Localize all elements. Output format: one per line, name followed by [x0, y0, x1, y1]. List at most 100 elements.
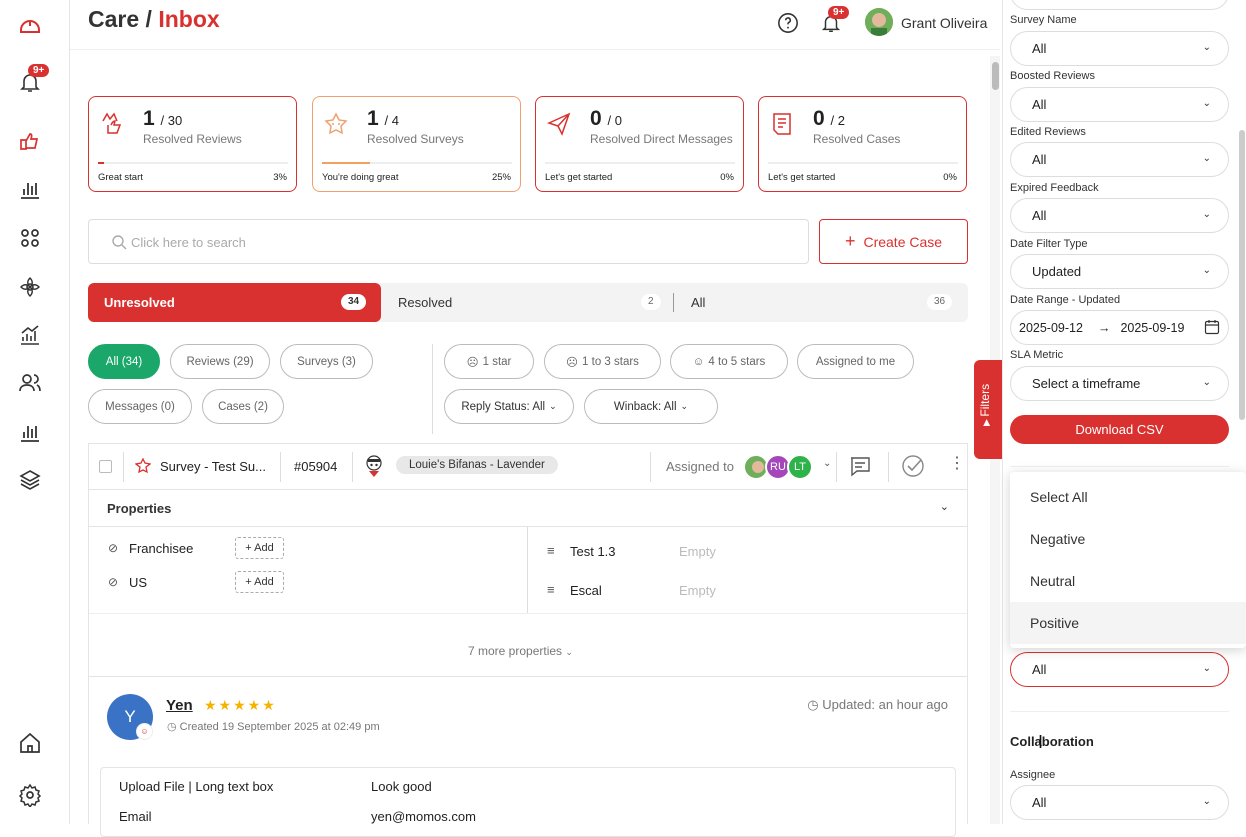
tab-all[interactable]: All — [691, 283, 705, 322]
care-icon[interactable] — [17, 128, 43, 154]
date-end[interactable]: 2025-09-19 — [1120, 321, 1184, 335]
property-name: Escal — [570, 583, 602, 598]
winback-dropdown[interactable]: Winback: All ⌄ — [584, 389, 718, 424]
more-options-icon[interactable]: ⋮ — [949, 455, 965, 473]
card-resolved-messages[interactable]: 0 / 0 Resolved Direct Messages Let's get… — [535, 96, 744, 192]
card-footer: You're doing great — [322, 172, 399, 183]
sla-metric-select[interactable]: Select a timeframe ⌄ — [1010, 366, 1229, 401]
home-icon[interactable] — [17, 730, 43, 756]
property-value[interactable]: Empty — [679, 583, 716, 598]
boosted-reviews-select[interactable]: All ⌄ — [1010, 87, 1229, 122]
tab-label: Resolved — [398, 295, 453, 310]
comment-icon[interactable] — [848, 454, 872, 478]
filter-four-to-five-stars[interactable]: ☺ 4 to 5 stars — [670, 344, 788, 379]
row-checkbox[interactable] — [99, 460, 112, 473]
resolve-check-icon[interactable] — [901, 454, 925, 478]
date-start[interactable]: 2025-09-12 — [1019, 321, 1083, 335]
properties-collapse-icon[interactable]: ⌄ — [940, 500, 949, 513]
filter-label: Boosted Reviews — [1010, 70, 1095, 82]
filter-assigned-to-me[interactable]: Assigned to me — [797, 344, 914, 379]
caret-icon: ▶ — [981, 416, 991, 426]
filter-all[interactable]: All (34) — [88, 344, 160, 379]
growth-chart-icon[interactable] — [17, 322, 43, 348]
progress-fill — [322, 162, 370, 164]
reviewer-name[interactable]: Yen — [166, 697, 193, 714]
user-avatar[interactable] — [865, 8, 893, 36]
item-type: Survey - Test Su... — [160, 459, 266, 474]
user-name[interactable]: Grant Oliveira — [901, 15, 987, 31]
select-value: All — [1032, 97, 1047, 112]
filter-messages[interactable]: Messages (0) — [88, 389, 192, 424]
filter-one-to-three-stars[interactable]: ☹ 1 to 3 stars — [544, 344, 661, 379]
filter-separator — [432, 344, 433, 434]
property-value[interactable]: Empty — [679, 544, 716, 559]
date-range-picker[interactable]: 2025-09-12 → 2025-09-19 — [1010, 310, 1229, 345]
filter-one-star[interactable]: ☹ 1 star — [444, 344, 534, 379]
expired-feedback-select[interactable]: All ⌄ — [1010, 198, 1229, 233]
field-value: yen@momos.com — [371, 809, 476, 824]
help-icon[interactable] — [777, 12, 799, 34]
apps-icon[interactable] — [17, 225, 43, 251]
field-key: Upload File | Long text box — [119, 779, 274, 794]
survey-name-select[interactable]: All ⌄ — [1010, 31, 1229, 66]
layers-icon[interactable] — [17, 467, 43, 493]
text-field-icon: ≡ — [547, 582, 555, 597]
calendar-icon[interactable] — [1204, 319, 1220, 338]
field-key: Email — [119, 809, 152, 824]
dropdown-option[interactable]: Positive — [1010, 602, 1246, 644]
inbox-item-row[interactable]: Survey - Test Su... #05904 Louie's Bifan… — [88, 443, 968, 489]
download-csv-button[interactable]: Download CSV — [1010, 415, 1229, 444]
assignee-select[interactable]: All ⌄ — [1010, 785, 1229, 820]
pill-label: Reply Status: All — [461, 400, 546, 413]
tab-label: All — [691, 295, 706, 310]
chevron-down-icon: ⌄ — [680, 401, 689, 411]
filter-label: Assignee — [1010, 769, 1056, 781]
filter-reviews[interactable]: Reviews (29) — [170, 344, 270, 379]
reply-status-dropdown[interactable]: Reply Status: All ⌄ — [444, 389, 574, 424]
flower-icon[interactable] — [17, 274, 43, 300]
filters-toggle-tab[interactable]: ▶ Filters — [974, 360, 1003, 459]
progress-fill — [98, 162, 104, 164]
tab-unresolved[interactable]: Unresolved 34 — [88, 283, 381, 322]
create-case-button[interactable]: + Create Case — [819, 219, 968, 264]
smile-icon: ☺ — [692, 355, 705, 368]
search-icon — [112, 235, 127, 250]
assignee-chevron-icon[interactable]: ⌄ — [823, 458, 831, 469]
card-den: / 30 — [160, 113, 183, 128]
panel-scrollbar[interactable] — [1239, 130, 1245, 420]
divider — [123, 452, 124, 482]
filter-label: Date Range - Updated — [1010, 294, 1121, 306]
users-icon[interactable] — [17, 370, 43, 396]
filter-select[interactable] — [1010, 0, 1229, 10]
date-filter-type-select[interactable]: Updated ⌄ — [1010, 254, 1229, 289]
add-property-button[interactable]: + Add — [235, 571, 284, 593]
logo-icon[interactable] — [17, 12, 43, 38]
dropdown-option[interactable]: Negative — [1010, 518, 1246, 560]
assignee-avatar[interactable]: LT — [787, 454, 813, 480]
status-tabs: Unresolved 34 Resolved 2 All 36 — [88, 283, 968, 322]
filter-cases[interactable]: Cases (2) — [202, 389, 284, 424]
dropdown-option[interactable]: Select All — [1010, 476, 1246, 518]
card-resolved-surveys[interactable]: 1 / 4 Resolved Surveys You're doing grea… — [312, 96, 521, 192]
reports-icon[interactable] — [17, 419, 43, 445]
divider — [836, 452, 837, 482]
more-properties-link[interactable]: 7 more properties ⌄ — [468, 644, 573, 658]
analytics-icon[interactable] — [17, 176, 43, 202]
edited-reviews-select[interactable]: All ⌄ — [1010, 142, 1229, 177]
tab-resolved[interactable]: Resolved — [398, 283, 452, 322]
card-num: 0 — [813, 107, 825, 130]
tab-count: 36 — [927, 294, 953, 310]
location-tag[interactable]: Louie's Bifanas - Lavender — [396, 456, 558, 474]
divider — [527, 527, 528, 613]
filter-surveys[interactable]: Surveys (3) — [280, 344, 373, 379]
sentiment-select[interactable]: All ⌄ — [1010, 652, 1229, 687]
dropdown-option[interactable]: Neutral — [1010, 560, 1246, 602]
main-scrollbar-thumb[interactable] — [992, 62, 999, 90]
add-property-button[interactable]: + Add — [235, 537, 284, 559]
card-resolved-cases[interactable]: 0 / 2 Resolved Cases Let's get started 0… — [758, 96, 967, 192]
card-resolved-reviews[interactable]: 1 / 30 Resolved Reviews Great start 3% — [88, 96, 297, 192]
text-cursor-icon: I — [1038, 732, 1044, 752]
settings-icon[interactable] — [17, 782, 43, 808]
search-input[interactable]: Click here to search — [88, 219, 809, 264]
title-main: Care / — [88, 6, 152, 32]
